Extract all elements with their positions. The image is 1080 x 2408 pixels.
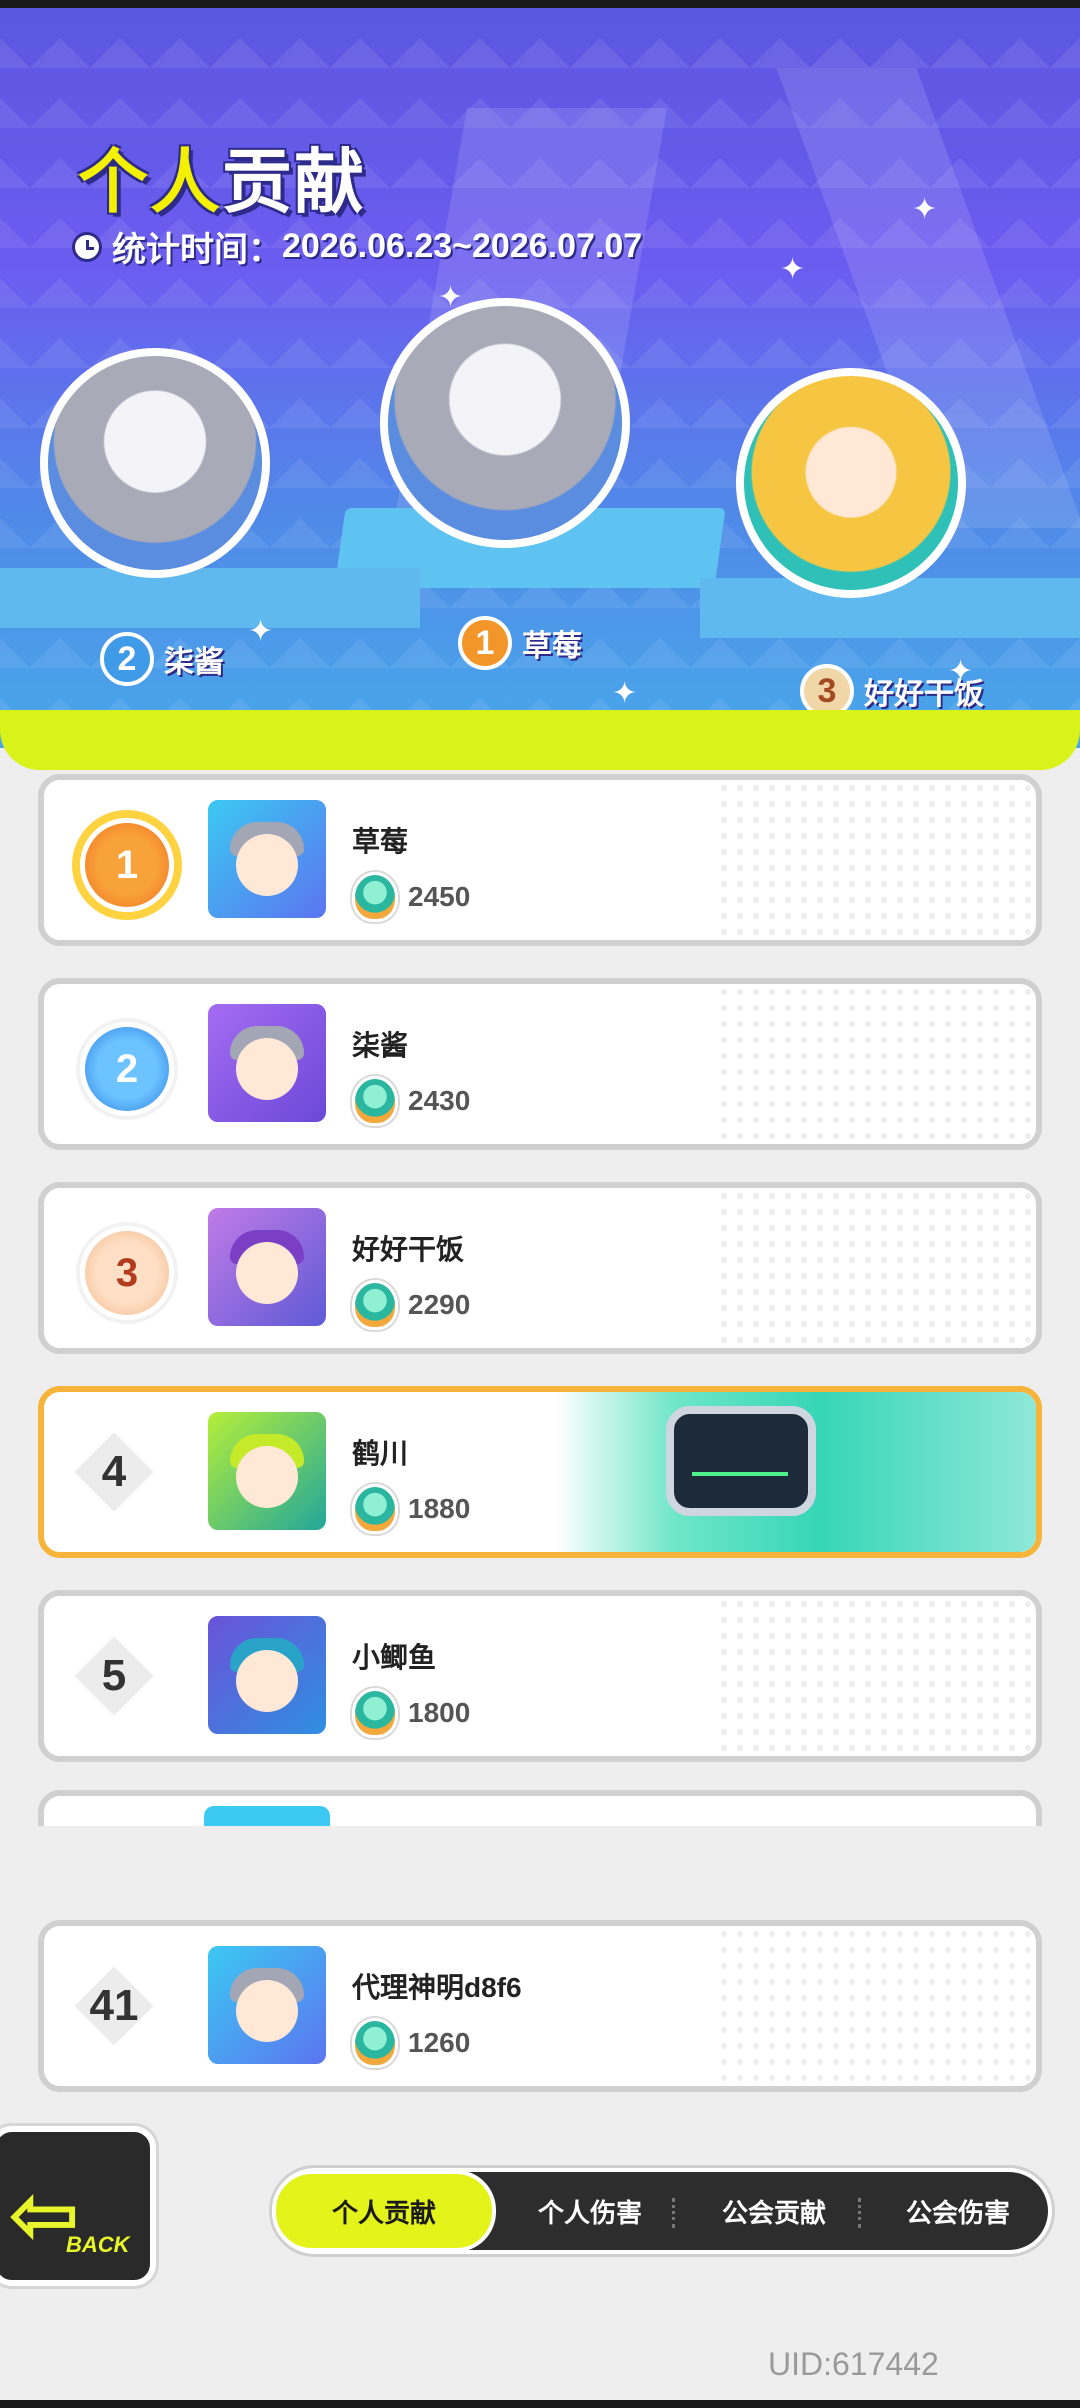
avatar[interactable] xyxy=(204,1612,330,1738)
avatar[interactable] xyxy=(204,1204,330,1330)
player-name: 好好干饭 xyxy=(352,1234,465,1265)
podium-avatar-2[interactable] xyxy=(40,348,270,578)
sparkle-icon: ✦ xyxy=(912,193,938,226)
contribution-gem-icon xyxy=(352,1076,398,1126)
rank-number: 5 xyxy=(74,1636,154,1716)
podium-stage-left xyxy=(0,568,420,628)
podium-avatar-1[interactable] xyxy=(380,298,630,548)
score-value: 1800 xyxy=(408,1697,471,1728)
avatar-face xyxy=(236,1650,298,1712)
tab-separator xyxy=(672,2198,678,2228)
score-value: 2290 xyxy=(408,1289,471,1320)
avatar-face xyxy=(236,1446,298,1508)
rank-badge-1: 1 xyxy=(458,616,512,670)
player-name: 草莓 xyxy=(352,826,409,857)
ranking-row-4[interactable]: 4 鹤川 1880 xyxy=(38,1386,1042,1558)
back-label: BACK xyxy=(66,2232,130,2257)
podium-label-2: 2 柒酱 xyxy=(100,632,224,686)
rank-medal-3: 3 xyxy=(80,1226,174,1320)
ranking-row-3[interactable]: 3 好好干饭 2290 xyxy=(38,1182,1042,1354)
stat-period: 统计时间： 2026.06.23~2026.07.07 xyxy=(72,222,642,271)
rank-number: 4 xyxy=(74,1432,154,1512)
player-name: 鹤川 xyxy=(352,1438,409,1469)
slime-divider xyxy=(0,710,1080,770)
rank-value: 5 xyxy=(101,1651,127,1700)
ranking-row-2[interactable]: 2 柒酱 2430 xyxy=(38,978,1042,1150)
page-title: 个人贡献 xyxy=(78,126,366,227)
avatar-face xyxy=(236,834,298,896)
stat-range: 2026.06.23~2026.07.07 xyxy=(282,227,643,265)
podium-banner: 个人贡献 统计时间： 2026.06.23~2026.07.07 2 柒酱 1 … xyxy=(0,8,1080,748)
tab-separator xyxy=(858,2198,864,2228)
podium-name-2: 柒酱 xyxy=(164,646,224,679)
row-pattern xyxy=(716,1596,1036,1756)
contribution-gem-icon xyxy=(352,1688,398,1738)
rank-value: 4 xyxy=(101,1447,127,1496)
row-pattern xyxy=(716,1926,1036,2086)
nav-strip xyxy=(0,2400,1080,2408)
player-name: 柒酱 xyxy=(352,1030,409,1061)
status-strip xyxy=(0,0,1080,8)
avatar[interactable] xyxy=(204,1000,330,1126)
avatar-face xyxy=(236,1038,298,1100)
tab-personal-damage[interactable]: 个人伤害 xyxy=(502,2172,678,2250)
sparkle-icon: ✦ xyxy=(612,677,638,710)
player-name: 小鲫鱼 xyxy=(352,1642,437,1673)
ranking-row-5[interactable]: 5 小鲫鱼 1800 xyxy=(38,1590,1042,1762)
robot-art xyxy=(666,1406,816,1516)
contribution-gem-icon xyxy=(352,1484,398,1534)
score-group: 2430 xyxy=(352,1076,470,1126)
row-pattern xyxy=(716,780,1036,940)
tab-guild-damage[interactable]: 公会伤害 xyxy=(866,2172,1050,2250)
score-group: 1880 xyxy=(352,1484,470,1534)
back-button[interactable]: ⇦ BACK xyxy=(0,2126,156,2286)
podium-label-1: 1 草莓 xyxy=(458,616,582,670)
sparkle-icon: ✦ xyxy=(248,615,274,648)
contribution-gem-icon xyxy=(352,1280,398,1330)
row-pattern xyxy=(716,1188,1036,1348)
score-group: 2290 xyxy=(352,1280,470,1330)
tab-guild-contribution[interactable]: 公会贡献 xyxy=(682,2172,866,2250)
tab-personal-contribution[interactable]: 个人贡献 xyxy=(272,2170,496,2252)
list-fade xyxy=(0,1826,1080,1886)
clock-icon xyxy=(72,231,102,262)
player-name: 代理神明d8f6 xyxy=(352,1972,522,2003)
rank-value: 41 xyxy=(89,1981,139,2030)
contribution-gem-icon xyxy=(352,2018,398,2068)
score-value: 1260 xyxy=(408,2027,471,2058)
user-id: UID:617442 xyxy=(768,2346,939,2382)
rank-badge-2: 2 xyxy=(100,632,154,686)
rank-number: 41 xyxy=(74,1966,154,2046)
avatar[interactable] xyxy=(204,1408,330,1534)
row-pattern xyxy=(716,984,1036,1144)
sparkle-icon: ✦ xyxy=(948,655,974,688)
avatar-face xyxy=(236,1242,298,1304)
score-group: 1800 xyxy=(352,1688,470,1738)
score-value: 2430 xyxy=(408,1085,471,1116)
stat-label: 统计时间： xyxy=(112,231,282,269)
rank-medal-2: 2 xyxy=(80,1022,174,1116)
avatar[interactable] xyxy=(204,1942,330,2068)
score-group: 1260 xyxy=(352,2018,470,2068)
sparkle-icon: ✦ xyxy=(780,253,806,286)
avatar[interactable] xyxy=(204,796,330,922)
score-value: 2450 xyxy=(408,881,471,912)
avatar-face xyxy=(236,1980,298,2042)
title-rest: 贡献 xyxy=(222,143,366,221)
ranking-row-partial[interactable] xyxy=(38,1790,1042,1830)
rank-medal-1: 1 xyxy=(80,818,174,912)
category-tabs: 个人贡献 个人伤害 公会贡献 公会伤害 xyxy=(272,2168,1052,2254)
my-ranking-row[interactable]: 41 代理神明d8f6 1260 xyxy=(38,1920,1042,2092)
podium-name-1: 草莓 xyxy=(522,630,582,663)
podium-avatar-3[interactable] xyxy=(736,368,966,598)
ranking-row-1[interactable]: 1 草莓 2450 xyxy=(38,774,1042,946)
title-highlight: 个人 xyxy=(78,143,222,221)
score-group: 2450 xyxy=(352,872,470,922)
contribution-gem-icon xyxy=(352,872,398,922)
score-value: 1880 xyxy=(408,1493,471,1524)
sparkle-icon: ✦ xyxy=(438,281,464,314)
